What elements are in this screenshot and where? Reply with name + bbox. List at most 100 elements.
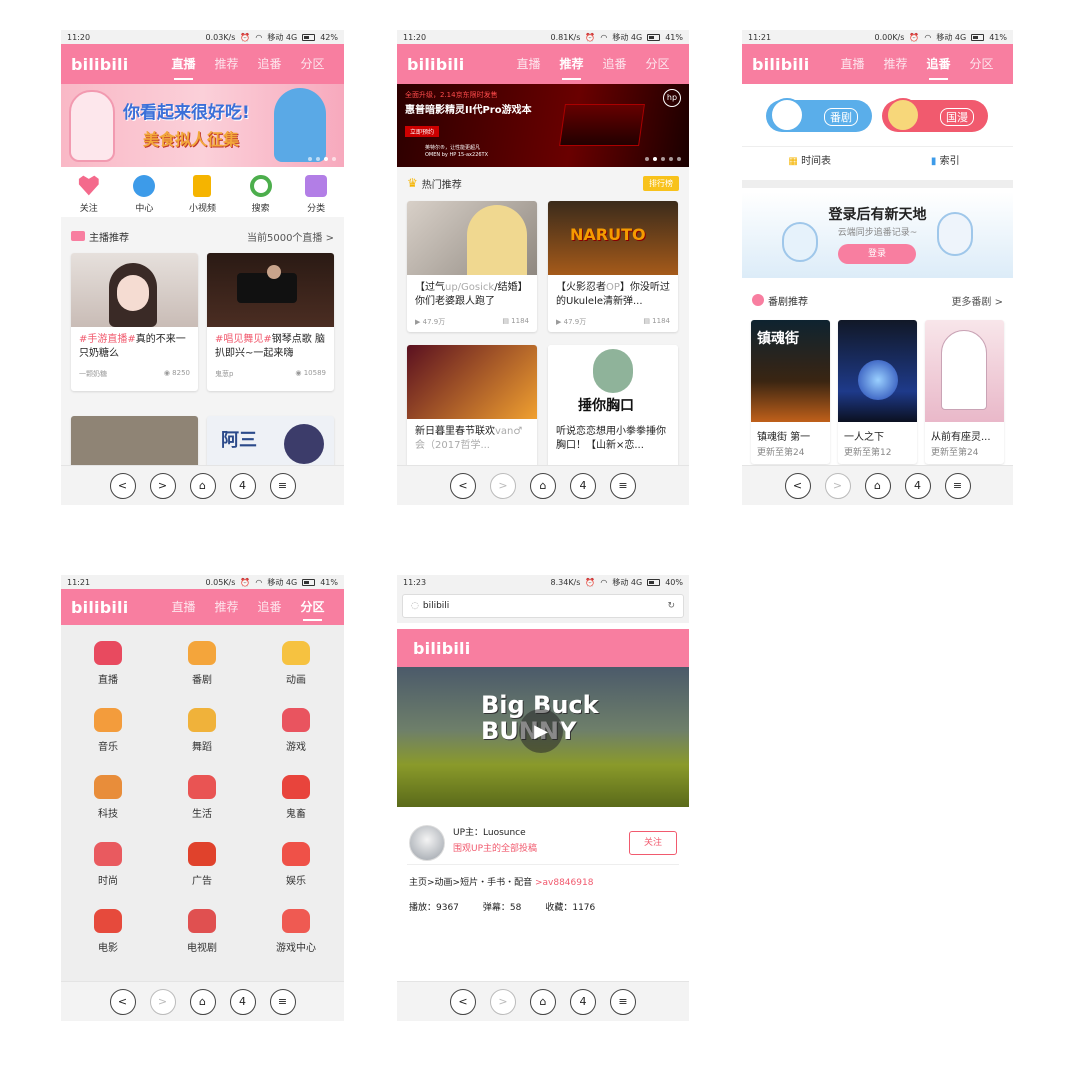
anime-card[interactable]: 从前有座灵... 更新至第24 bbox=[925, 320, 1004, 464]
tab-anime[interactable]: 追番 bbox=[248, 589, 291, 625]
live-card[interactable] bbox=[71, 416, 198, 465]
play-icon[interactable]: ▶ bbox=[519, 709, 563, 753]
category-item[interactable]: 游戏 bbox=[251, 708, 341, 753]
back-button[interactable]: < bbox=[109, 472, 136, 499]
banner[interactable]: 你看起来很好吃! 美食拟人征集 bbox=[61, 84, 344, 167]
tabs-button[interactable]: 4 bbox=[570, 988, 596, 1015]
home-button[interactable]: ⌂ bbox=[864, 472, 891, 499]
category-item[interactable]: 生活 bbox=[157, 775, 247, 820]
tab-anime[interactable]: 追番 bbox=[248, 44, 291, 84]
live-card[interactable]: 阿三 bbox=[207, 416, 334, 465]
back-button[interactable]: < bbox=[450, 472, 476, 499]
home-button[interactable]: ⌂ bbox=[189, 472, 216, 499]
tab-live[interactable]: 直播 bbox=[507, 44, 550, 84]
forward-button[interactable]: > bbox=[149, 988, 176, 1015]
pill-guoman[interactable]: 国漫 bbox=[882, 98, 988, 132]
tabs-button[interactable]: 4 bbox=[904, 472, 931, 499]
tab-categories[interactable]: 分区 bbox=[291, 589, 334, 625]
category-item[interactable]: 科技 bbox=[63, 775, 153, 820]
tab-recommend[interactable]: 推荐 bbox=[874, 44, 917, 84]
category-item[interactable]: 游戏中心 bbox=[251, 909, 341, 954]
schedule-link[interactable]: ▦ 时间表 bbox=[742, 147, 878, 176]
home-button[interactable]: ⌂ bbox=[530, 472, 556, 499]
home-button[interactable]: ⌂ bbox=[530, 988, 556, 1015]
menu-button[interactable]: ≡ bbox=[269, 472, 296, 499]
tab-live[interactable]: 直播 bbox=[162, 589, 205, 625]
quick-follow[interactable]: 关注 bbox=[78, 175, 100, 214]
category-item[interactable]: 娱乐 bbox=[251, 842, 341, 887]
url-field[interactable]: ◌ bilibili ↻ bbox=[402, 594, 684, 618]
tab-recommend[interactable]: 推荐 bbox=[205, 589, 248, 625]
status-time: 11:23 bbox=[403, 577, 427, 587]
section-title: 番剧推荐 bbox=[768, 296, 808, 308]
quick-center[interactable]: 中心 bbox=[133, 174, 156, 214]
category-item[interactable]: 电视剧 bbox=[157, 909, 247, 954]
tabs-button[interactable]: 4 bbox=[229, 988, 256, 1015]
tab-categories[interactable]: 分区 bbox=[291, 44, 334, 84]
card-meta: ▶ 47.9万 ▤ 1184 bbox=[556, 317, 670, 326]
category-item[interactable]: 番剧 bbox=[157, 641, 247, 686]
category-item[interactable]: 广告 bbox=[157, 842, 247, 887]
quick-short-video[interactable]: 小视频 bbox=[189, 174, 216, 214]
menu-button[interactable]: ≡ bbox=[610, 472, 636, 499]
back-button[interactable]: < bbox=[450, 988, 476, 1015]
category-item[interactable]: 动画 bbox=[251, 641, 341, 686]
anime-card[interactable]: 镇魂街 镇魂街 第一 更新至第24 bbox=[751, 320, 830, 464]
tab-recommend[interactable]: 推荐 bbox=[550, 44, 593, 84]
video-card[interactable]: 捶你胸口 听说恋恋想用小拳拳捶你胸口！【山新×恋... bbox=[548, 345, 678, 465]
category-label: 电视剧 bbox=[187, 943, 217, 954]
menu-button[interactable]: ≡ bbox=[610, 988, 636, 1015]
tab-anime[interactable]: 追番 bbox=[917, 44, 960, 84]
index-link[interactable]: ▮ 索引 bbox=[878, 147, 1014, 176]
tab-categories[interactable]: 分区 bbox=[636, 44, 679, 84]
forward-button[interactable]: > bbox=[149, 472, 176, 499]
section-more[interactable]: 更多番剧 > bbox=[951, 293, 1003, 308]
tab-live[interactable]: 直播 bbox=[831, 44, 874, 84]
forward-button[interactable]: > bbox=[824, 472, 851, 499]
video-card[interactable]: NARUTO 【火影忍者OP】你没听过的Ukulele清新弹... ▶ 47.9… bbox=[548, 201, 678, 332]
back-button[interactable]: < bbox=[784, 472, 811, 499]
anime-card[interactable]: 一人之下 更新至第12 bbox=[838, 320, 917, 464]
category-item[interactable]: 舞蹈 bbox=[157, 708, 247, 753]
refresh-icon[interactable]: ↻ bbox=[667, 601, 675, 611]
quick-search[interactable]: 搜索 bbox=[249, 174, 272, 214]
pill-bangumi[interactable]: 番剧 bbox=[766, 98, 872, 132]
menu-button[interactable]: ≡ bbox=[269, 988, 296, 1015]
tab-bar: 直播 推荐 追番 分区 bbox=[162, 589, 334, 625]
home-button[interactable]: ⌂ bbox=[189, 988, 216, 1015]
video-card[interactable]: 新日暮里春节联欢van♂会（2017哲学... bbox=[407, 345, 537, 465]
tab-anime[interactable]: 追番 bbox=[593, 44, 636, 84]
category-icon bbox=[94, 909, 122, 933]
tab-categories[interactable]: 分区 bbox=[960, 44, 1003, 84]
tab-recommend[interactable]: 推荐 bbox=[205, 44, 248, 84]
card-title: 【过气up/Gosick/结婚】你们老婆跟人跑了 bbox=[415, 282, 528, 307]
video-player[interactable]: Big Buck BUNNY ▶ bbox=[397, 667, 689, 807]
follow-button[interactable]: 关注 bbox=[629, 831, 677, 855]
category-item[interactable]: 鬼畜 bbox=[251, 775, 341, 820]
battery-icon bbox=[647, 578, 661, 586]
quick-category[interactable]: 分类 bbox=[305, 174, 328, 214]
video-card[interactable]: 【过气up/Gosick/结婚】你们老婆跟人跑了 ▶ 47.9万 ▤ 1184 bbox=[407, 201, 537, 332]
banner[interactable]: 全面升级，2.14京东限时发售 惠普暗影精灵II代Pro游戏本 立即预约 hp … bbox=[397, 84, 689, 167]
up-videos-link[interactable]: 围观UP主的全部投稿 bbox=[453, 841, 537, 854]
category-item[interactable]: 时尚 bbox=[63, 842, 153, 887]
forward-button[interactable]: > bbox=[490, 988, 516, 1015]
menu-button[interactable]: ≡ bbox=[944, 472, 971, 499]
section-more[interactable]: 当前5000个直播 > bbox=[247, 229, 334, 244]
calendar-icon: ▦ bbox=[788, 156, 798, 167]
avatar[interactable] bbox=[409, 825, 445, 861]
category-item[interactable]: 音乐 bbox=[63, 708, 153, 753]
tabs-button[interactable]: 4 bbox=[229, 472, 256, 499]
back-button[interactable]: < bbox=[109, 988, 136, 1015]
tabs-button[interactable]: 4 bbox=[570, 472, 596, 499]
rank-button[interactable]: 排行榜 bbox=[643, 175, 679, 191]
category-item[interactable]: 电影 bbox=[63, 909, 153, 954]
category-icon bbox=[94, 708, 122, 732]
login-button[interactable]: 登录 bbox=[838, 244, 916, 264]
live-card[interactable]: #唱见舞见#钢琴点歌 脑扒即兴~一起来嗨 鬼葱p ◉ 10589 bbox=[207, 253, 334, 391]
anime-poster: 镇魂街 bbox=[751, 320, 830, 422]
live-card[interactable]: #手游直播#真的不来一只奶糖么 一颗奶糖 ◉ 8250 bbox=[71, 253, 198, 391]
forward-button[interactable]: > bbox=[490, 472, 516, 499]
category-item[interactable]: 直播 bbox=[63, 641, 153, 686]
tab-live[interactable]: 直播 bbox=[162, 44, 205, 84]
